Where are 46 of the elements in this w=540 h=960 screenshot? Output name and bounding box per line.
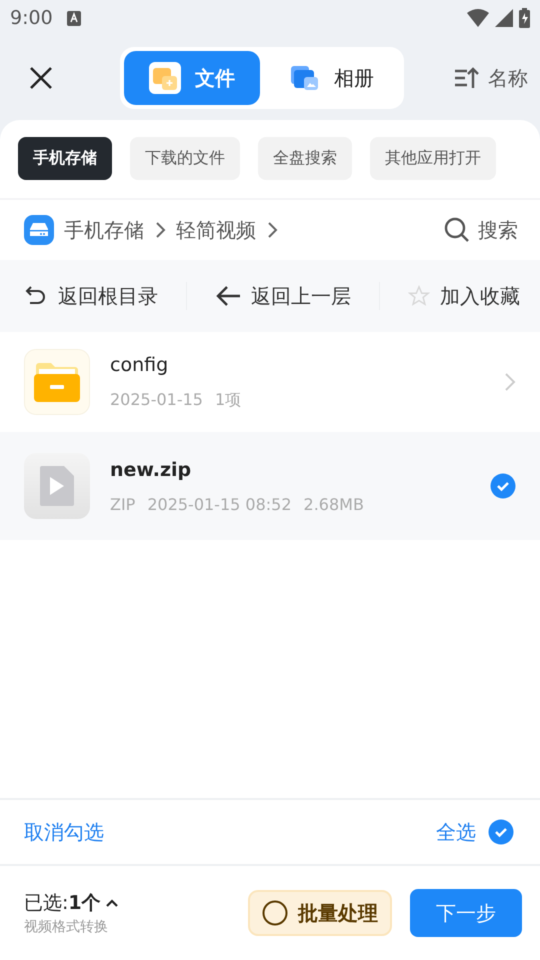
star-icon [408, 285, 430, 307]
select-all-link[interactable]: 全选 [436, 818, 476, 846]
breadcrumb-item[interactable]: 手机存储 [64, 216, 144, 244]
wifi-icon [467, 9, 489, 27]
file-meta: ZIP [110, 494, 136, 514]
signal-icon [495, 9, 513, 27]
checkbox[interactable] [490, 473, 516, 499]
file-meta: 1项 [214, 390, 242, 410]
chevron-right-icon [154, 221, 166, 239]
search-button[interactable]: 搜索 [444, 216, 518, 244]
clear-selection-link[interactable]: 取消勾选 [24, 818, 104, 846]
filter-chip[interactable]: 下载的文件 [130, 137, 240, 180]
sort-icon [454, 66, 480, 90]
status-time: 9:00 [10, 7, 53, 29]
folder-thumbnail [24, 349, 90, 415]
file-meta: 2.68MB [304, 494, 364, 514]
folder-icon [149, 62, 181, 94]
file-meta: 2025-01-15 08:52 [147, 494, 292, 514]
keyboard-notification-icon [66, 10, 81, 26]
selected-count: 已选:1个 [24, 891, 101, 916]
subtitle: 视频格式转换 [24, 918, 109, 936]
toolbar-button[interactable]: 加入收藏 [408, 282, 520, 310]
toolbar-button[interactable]: 返回根目录 [24, 282, 158, 310]
filter-chip[interactable]: 其他应用打开 [370, 137, 496, 180]
video-file-thumbnail [24, 453, 90, 519]
select-all-checkbox[interactable] [488, 819, 514, 845]
filter-chip[interactable]: 手机存储 [18, 137, 112, 180]
file-row[interactable]: config 2025-01-15 1项 [0, 332, 540, 432]
file-meta: 2025-01-15 [110, 390, 203, 410]
caret-up-icon[interactable] [104, 898, 119, 908]
arrow-left-icon [215, 284, 241, 308]
chevron-right-icon [266, 221, 278, 239]
tab[interactable]: 文件 [124, 51, 260, 105]
filter-chip[interactable]: 全盘搜索 [258, 137, 352, 180]
file-name: new.zip [110, 458, 192, 480]
breadcrumb-item[interactable]: 轻简视频 [176, 216, 256, 244]
next-button[interactable]: 下一步 [410, 889, 522, 937]
batch-button[interactable]: 批量处理 [248, 890, 392, 936]
battery-icon [519, 8, 530, 28]
search-icon [444, 217, 470, 243]
file-name: config [110, 354, 170, 376]
file-row[interactable]: new.zip ZIP 2025-01-15 08:52 2.68MB [0, 432, 540, 540]
photo-album-icon [290, 64, 320, 92]
storage-drive-icon [24, 215, 54, 245]
sort-button[interactable]: 名称 [454, 64, 528, 92]
toolbar-button[interactable]: 返回上一层 [215, 282, 351, 310]
